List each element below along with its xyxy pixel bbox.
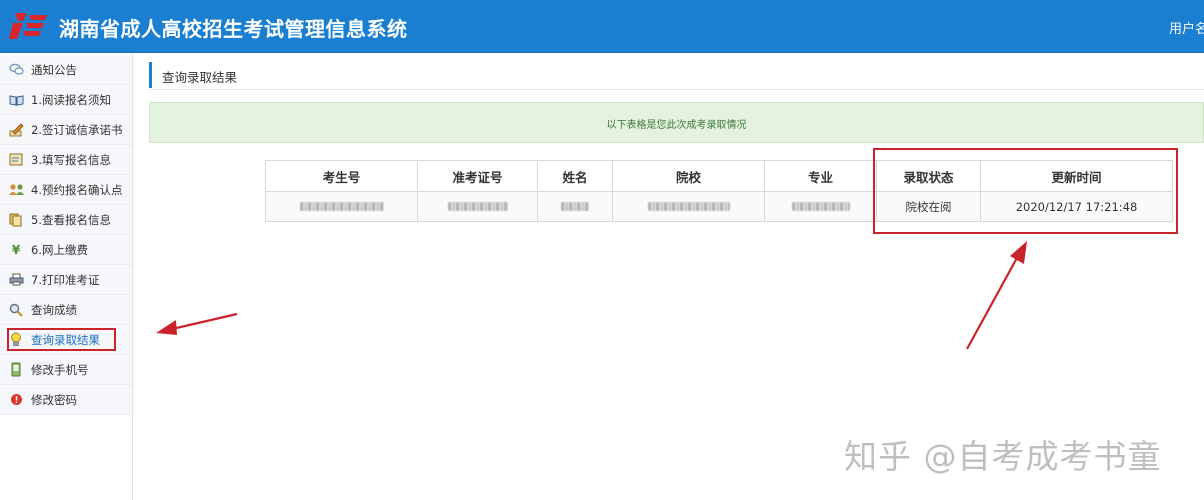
- watermark: 知乎 @自考成考书童: [844, 437, 1162, 476]
- sidebar-item-label: 4.预约报名确认点: [31, 182, 123, 197]
- pen-sign-icon: [8, 122, 24, 138]
- sidebar-item-sign-pledge[interactable]: 2.签订诚信承诺书: [0, 115, 132, 145]
- printer-icon: [8, 272, 24, 288]
- column-header-major: 专业: [764, 160, 877, 192]
- sidebar-item-view-info[interactable]: 5.查看报名信息: [0, 205, 132, 235]
- book-icon: [8, 92, 24, 108]
- sidebar-item-change-password[interactable]: 修改密码: [0, 385, 132, 415]
- panel-title-bar: 查询录取结果: [149, 62, 1204, 88]
- active-item-highlight-box: [7, 328, 116, 351]
- sidebar-item-label: 5.查看报名信息: [31, 212, 111, 227]
- sidebar-item-notice[interactable]: 通知公告: [0, 55, 132, 85]
- arrow-to-status-icon: [966, 241, 1027, 350]
- sidebar-item-label: 通知公告: [31, 62, 77, 77]
- sidebar-item-book-site[interactable]: 4.预约报名确认点: [0, 175, 132, 205]
- sidebar: 通知公告 1.阅读报名须知 2.签订诚信承诺书 3.填写报名信息 4.预约报名确…: [0, 53, 133, 500]
- sidebar-item-change-phone[interactable]: 修改手机号: [0, 355, 132, 385]
- cell-ticket-no-redacted: [417, 191, 538, 222]
- sidebar-item-print-ticket[interactable]: 7.打印准考证: [0, 265, 132, 295]
- cell-exam-id-redacted: [265, 191, 418, 222]
- cell-name-redacted: [537, 191, 613, 222]
- sidebar-item-label: 1.阅读报名须知: [31, 92, 111, 107]
- people-icon: [8, 182, 24, 198]
- status-highlight-box: [873, 148, 1178, 234]
- sidebar-item-label: 查询成绩: [31, 302, 77, 317]
- sidebar-item-label: 6.网上缴费: [31, 242, 88, 257]
- cell-major-redacted: [764, 191, 877, 222]
- arrow-to-sidebar-icon: [156, 312, 238, 335]
- sidebar-item-pay[interactable]: ¥ 6.网上缴费: [0, 235, 132, 265]
- sidebar-item-label: 2.签订诚信承诺书: [31, 122, 123, 137]
- column-header-exam-id: 考生号: [265, 160, 418, 192]
- phone-icon: [8, 362, 24, 378]
- app-header: 湖南省成人高校招生考试管理信息系统 用户名: [0, 0, 1204, 53]
- sidebar-item-label: 7.打印准考证: [31, 272, 100, 287]
- chat-bubbles-icon: [8, 62, 24, 78]
- warning-icon: [8, 392, 24, 408]
- user-label[interactable]: 用户名: [1169, 18, 1204, 37]
- magnifier-icon: [8, 302, 24, 318]
- app-title: 湖南省成人高校招生考试管理信息系统: [59, 17, 408, 41]
- sidebar-item-label: 3.填写报名信息: [31, 152, 111, 167]
- logo-icon: [9, 13, 47, 39]
- sidebar-item-label: 修改手机号: [31, 362, 89, 377]
- notice-banner: 以下表格是您此次成考录取情况: [149, 102, 1204, 143]
- column-header-name: 姓名: [537, 160, 613, 192]
- divider: [149, 89, 1204, 90]
- sidebar-item-fill-form[interactable]: 3.填写报名信息: [0, 145, 132, 175]
- documents-icon: [8, 212, 24, 228]
- sidebar-item-read-notice[interactable]: 1.阅读报名须知: [0, 85, 132, 115]
- form-edit-icon: [8, 152, 24, 168]
- sidebar-item-label: 修改密码: [31, 392, 77, 407]
- sidebar-item-query-score[interactable]: 查询成绩: [0, 295, 132, 325]
- notice-text: 以下表格是您此次成考录取情况: [606, 120, 747, 131]
- yen-icon: ¥: [11, 242, 21, 257]
- column-header-school: 院校: [612, 160, 765, 192]
- page-title: 查询录取结果: [162, 70, 238, 85]
- cell-school-redacted: [612, 191, 765, 222]
- column-header-ticket-no: 准考证号: [417, 160, 538, 192]
